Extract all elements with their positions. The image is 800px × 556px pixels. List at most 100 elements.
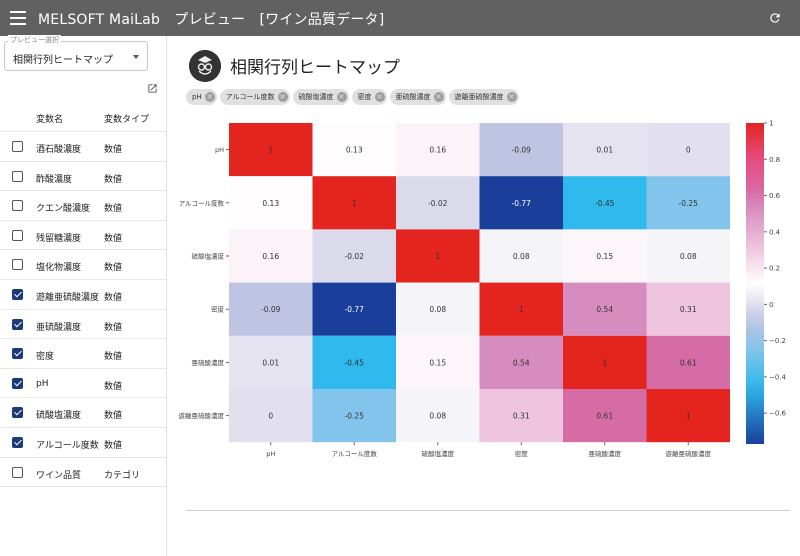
refresh-icon[interactable] <box>768 11 782 25</box>
variable-checkbox[interactable] <box>12 288 23 300</box>
variable-checkbox[interactable] <box>12 407 23 419</box>
preview-select[interactable]: プレビュー選択 相関行列ヒートマップ <box>4 35 148 71</box>
cell-value-label: -0.09 <box>512 146 532 155</box>
wine-owl-icon <box>189 50 221 82</box>
x-tick-label: 亜硫酸濃度 <box>589 449 622 458</box>
page-title: 相関行列ヒートマップ <box>230 58 400 78</box>
cell-value-label: 0.08 <box>680 252 697 261</box>
variable-chip[interactable]: アルコール度数 × <box>219 89 290 105</box>
variable-checkbox[interactable] <box>12 318 23 330</box>
y-tick-label: pH <box>215 146 224 154</box>
open-in-new-icon[interactable] <box>147 83 158 94</box>
cell-value-label: -0.25 <box>345 412 365 421</box>
cell-value-label: 0.13 <box>346 146 363 155</box>
cell-value-label: 0.01 <box>262 358 279 367</box>
cell-value-label: 0.31 <box>513 412 530 421</box>
variable-name: 酢酸濃度 <box>36 174 73 185</box>
menu-icon[interactable] <box>10 11 26 25</box>
variable-checkbox[interactable] <box>12 348 23 360</box>
cell-value-label: -0.77 <box>512 199 532 208</box>
variable-row[interactable]: 遊離亜硫酸濃度 数値 <box>0 280 166 310</box>
variable-type: 数値 <box>104 411 123 422</box>
chip-label: 密度 <box>357 93 372 101</box>
cell-value-label: -0.45 <box>595 199 615 208</box>
variable-row[interactable]: アルコール度数 数値 <box>0 428 166 458</box>
variable-name: アルコール度数 <box>36 440 99 451</box>
colorbar-tick-label: −0.2 <box>769 337 786 345</box>
variable-row[interactable]: クエン酸濃度 数値 <box>0 191 166 221</box>
variable-name: ワイン品質 <box>36 470 82 481</box>
variable-type: 数値 <box>104 292 123 303</box>
colorbar-tick-label: 0 <box>769 301 773 309</box>
variable-type: 数値 <box>104 174 123 185</box>
header-variable-name: 変数名 <box>36 115 64 125</box>
variable-type: カテゴリ <box>104 470 141 481</box>
variable-checkbox[interactable] <box>12 141 23 152</box>
cell-value-label: 1 <box>352 199 357 208</box>
variable-checkbox[interactable] <box>12 436 23 448</box>
variable-name: 密度 <box>36 352 55 363</box>
chip-remove-icon[interactable]: × <box>204 92 215 102</box>
x-tick-label: アルコール度数 <box>332 449 378 458</box>
cell-value-label: 1 <box>519 305 524 314</box>
variable-name: 残留糖濃度 <box>36 233 82 244</box>
variable-checkbox[interactable] <box>12 377 23 389</box>
selected-variable-chips: pH × アルコール度数 × 硫酸塩濃度 × 密度 × 亜硫酸濃度 × 遊離亜硫酸濃度 × <box>186 89 519 105</box>
variable-type: 数値 <box>104 263 123 274</box>
chip-remove-icon[interactable]: × <box>336 92 347 102</box>
variable-name: クエン酸濃度 <box>36 204 91 215</box>
header-variable-type: 変数タイプ <box>104 115 150 125</box>
cell-value-label: 0.61 <box>596 412 613 421</box>
variable-checkbox[interactable] <box>12 170 23 182</box>
variable-row[interactable]: 亜硫酸濃度 数値 <box>0 310 166 340</box>
cell-value-label: 0.08 <box>429 412 446 421</box>
cell-value-label: 0.01 <box>596 146 613 155</box>
variable-chip[interactable]: 亜硫酸濃度 × <box>389 89 446 105</box>
divider <box>186 510 790 511</box>
cell-value-label: -0.45 <box>345 358 365 367</box>
x-tick-label: pH <box>266 450 275 458</box>
preview-select-label: プレビュー選択 <box>8 35 61 45</box>
chip-label: 遊離亜硫酸濃度 <box>454 93 504 101</box>
x-tick-label: 遊離亜硫酸濃度 <box>666 449 712 458</box>
chip-remove-icon[interactable]: × <box>506 92 517 102</box>
main-panel: 相関行列ヒートマップ pH × アルコール度数 × 硫酸塩濃度 × 密度 × 亜硫酸濃度 × 遊離亜… <box>168 36 800 556</box>
variable-chip[interactable]: 硫酸塩濃度 × <box>292 89 349 105</box>
variable-row[interactable]: 塩化物濃度 数値 <box>0 250 166 280</box>
cell-value-label: 1 <box>686 412 691 421</box>
variable-chip[interactable]: pH × <box>186 89 217 105</box>
variable-checkbox[interactable] <box>12 200 23 212</box>
cell-value-label: 0.61 <box>680 358 697 367</box>
chip-label: 亜硫酸濃度 <box>395 93 431 101</box>
cell-value-label: -0.02 <box>428 199 448 208</box>
cell-value-label: 0.54 <box>596 305 613 314</box>
chip-remove-icon[interactable]: × <box>277 92 288 102</box>
variable-chip[interactable]: 密度 × <box>351 89 387 105</box>
y-tick-label: アルコール度数 <box>179 198 225 207</box>
chip-remove-icon[interactable]: × <box>374 92 385 102</box>
cell-value-label: 0.15 <box>596 252 613 261</box>
variable-row[interactable]: 残留糖濃度 数値 <box>0 221 166 251</box>
variable-checkbox[interactable] <box>12 466 23 478</box>
variable-row[interactable]: 酒石酸濃度 数値 <box>0 132 166 162</box>
variable-row[interactable]: pH 数値 <box>0 369 166 399</box>
variable-row[interactable]: 密度 数値 <box>0 339 166 369</box>
x-tick-label: 密度 <box>515 449 529 458</box>
variable-row[interactable]: 酢酸濃度 数値 <box>0 162 166 192</box>
colorbar-tick-label: 0.2 <box>769 265 780 273</box>
variable-type: 数値 <box>104 381 123 392</box>
variable-name: 遊離亜硫酸濃度 <box>36 292 100 303</box>
variable-checkbox[interactable] <box>12 229 23 241</box>
colorbar-tick-label: 0.6 <box>769 192 781 200</box>
variable-checkbox[interactable] <box>12 259 23 271</box>
variable-name: 酒石酸濃度 <box>36 145 82 155</box>
y-tick-label: 亜硫酸濃度 <box>192 358 225 367</box>
y-tick-label: 遊離亜硫酸濃度 <box>179 411 225 420</box>
variable-table-header: 変数名 変数タイプ <box>0 102 166 132</box>
colorbar-tick-label: −0.6 <box>769 410 787 418</box>
variable-chip[interactable]: 遊離亜硫酸濃度 × <box>448 89 519 105</box>
variable-row[interactable]: ワイン品質 カテゴリ <box>0 458 166 488</box>
correlation-heatmap: 1 0.13 0.16 -0.09 0.01 0 0.13 1 -0.02 -0.77 -0.45 -… <box>179 120 787 459</box>
variable-row[interactable]: 硫酸塩濃度 数値 <box>0 398 166 428</box>
chip-remove-icon[interactable]: × <box>433 92 444 102</box>
